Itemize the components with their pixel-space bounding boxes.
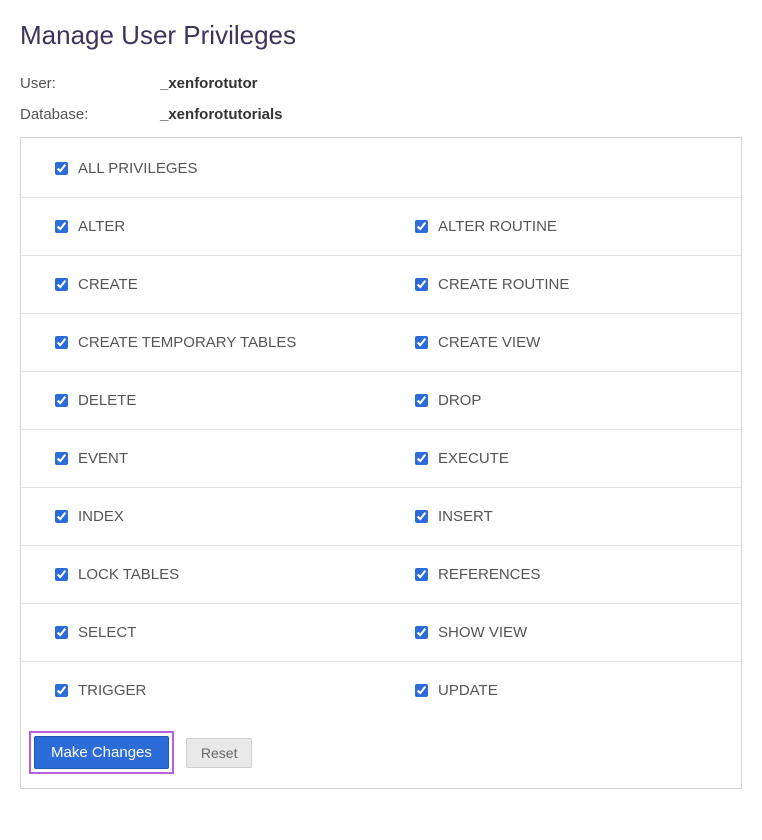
reset-button[interactable]: Reset — [186, 738, 253, 768]
privilege-label: SHOW VIEW — [438, 624, 527, 641]
database-info-row: Database: _xenforotutorials — [20, 106, 742, 123]
privilege-checkbox-update[interactable] — [415, 684, 428, 697]
privilege-label: DROP — [438, 392, 481, 409]
table-row: INDEX INSERT — [21, 488, 741, 546]
privilege-cell-lock-tables: LOCK TABLES — [21, 546, 381, 603]
privilege-cell-select: SELECT — [21, 604, 381, 661]
table-row: SELECT SHOW VIEW — [21, 604, 741, 662]
privilege-checkbox-create-routine[interactable] — [415, 278, 428, 291]
privilege-checkbox-alter[interactable] — [55, 220, 68, 233]
privilege-cell-create-temp-tables: CREATE TEMPORARY TABLES — [21, 314, 381, 371]
privilege-label: CREATE ROUTINE — [438, 276, 569, 293]
privilege-label: EXECUTE — [438, 450, 509, 467]
privilege-label: INDEX — [78, 508, 124, 525]
all-privileges-row: ALL PRIVILEGES — [21, 138, 741, 198]
make-changes-button[interactable]: Make Changes — [34, 736, 169, 769]
privilege-cell-index: INDEX — [21, 488, 381, 545]
privilege-checkbox-select[interactable] — [55, 626, 68, 639]
privilege-label: EVENT — [78, 450, 128, 467]
privilege-cell-show-view: SHOW VIEW — [381, 604, 741, 661]
privilege-cell-update: UPDATE — [381, 662, 741, 719]
page-title: Manage User Privileges — [20, 20, 742, 51]
table-row: TRIGGER UPDATE — [21, 662, 741, 719]
highlight-box: Make Changes — [29, 731, 174, 774]
privilege-checkbox-index[interactable] — [55, 510, 68, 523]
privilege-checkbox-create-view[interactable] — [415, 336, 428, 349]
privilege-checkbox-delete[interactable] — [55, 394, 68, 407]
privilege-checkbox-alter-routine[interactable] — [415, 220, 428, 233]
privilege-label: ALTER — [78, 218, 125, 235]
privilege-cell-drop: DROP — [381, 372, 741, 429]
privilege-cell-references: REFERENCES — [381, 546, 741, 603]
all-privileges-label: ALL PRIVILEGES — [78, 160, 198, 177]
table-row: ALTER ALTER ROUTINE — [21, 198, 741, 256]
user-value: _xenforotutor — [160, 75, 258, 92]
privilege-label: REFERENCES — [438, 566, 541, 583]
privilege-cell-execute: EXECUTE — [381, 430, 741, 487]
all-privileges-checkbox[interactable] — [55, 162, 68, 175]
privilege-checkbox-event[interactable] — [55, 452, 68, 465]
table-row: DELETE DROP — [21, 372, 741, 430]
privilege-label: LOCK TABLES — [78, 566, 179, 583]
table-row: CREATE CREATE ROUTINE — [21, 256, 741, 314]
privilege-checkbox-show-view[interactable] — [415, 626, 428, 639]
privilege-label: CREATE TEMPORARY TABLES — [78, 334, 296, 351]
privilege-cell-event: EVENT — [21, 430, 381, 487]
privilege-label: INSERT — [438, 508, 493, 525]
privilege-checkbox-drop[interactable] — [415, 394, 428, 407]
privilege-checkbox-execute[interactable] — [415, 452, 428, 465]
privilege-cell-create-view: CREATE VIEW — [381, 314, 741, 371]
privilege-checkbox-create[interactable] — [55, 278, 68, 291]
table-row: CREATE TEMPORARY TABLES CREATE VIEW — [21, 314, 741, 372]
privilege-cell-trigger: TRIGGER — [21, 662, 381, 719]
privilege-checkbox-create-temp-tables[interactable] — [55, 336, 68, 349]
privileges-panel: ALL PRIVILEGES ALTER ALTER ROUTINE CREAT… — [20, 137, 742, 789]
privilege-label: TRIGGER — [78, 682, 146, 699]
table-row: EVENT EXECUTE — [21, 430, 741, 488]
privileges-table: ALTER ALTER ROUTINE CREATE CREATE ROUTIN… — [21, 198, 741, 719]
privilege-label: ALTER ROUTINE — [438, 218, 557, 235]
actions-row: Make Changes Reset — [21, 719, 741, 774]
privilege-checkbox-lock-tables[interactable] — [55, 568, 68, 581]
user-info-row: User: _xenforotutor — [20, 75, 742, 92]
privilege-cell-alter-routine: ALTER ROUTINE — [381, 198, 741, 255]
privilege-label: CREATE VIEW — [438, 334, 540, 351]
user-label: User: — [20, 75, 160, 92]
privilege-label: CREATE — [78, 276, 138, 293]
database-value: _xenforotutorials — [160, 106, 283, 123]
privilege-checkbox-trigger[interactable] — [55, 684, 68, 697]
privilege-cell-create: CREATE — [21, 256, 381, 313]
privilege-label: UPDATE — [438, 682, 498, 699]
privilege-cell-delete: DELETE — [21, 372, 381, 429]
privilege-cell-create-routine: CREATE ROUTINE — [381, 256, 741, 313]
privilege-checkbox-insert[interactable] — [415, 510, 428, 523]
privilege-cell-insert: INSERT — [381, 488, 741, 545]
table-row: LOCK TABLES REFERENCES — [21, 546, 741, 604]
privilege-cell-alter: ALTER — [21, 198, 381, 255]
privilege-label: DELETE — [78, 392, 136, 409]
privilege-checkbox-references[interactable] — [415, 568, 428, 581]
privilege-label: SELECT — [78, 624, 136, 641]
database-label: Database: — [20, 106, 160, 123]
